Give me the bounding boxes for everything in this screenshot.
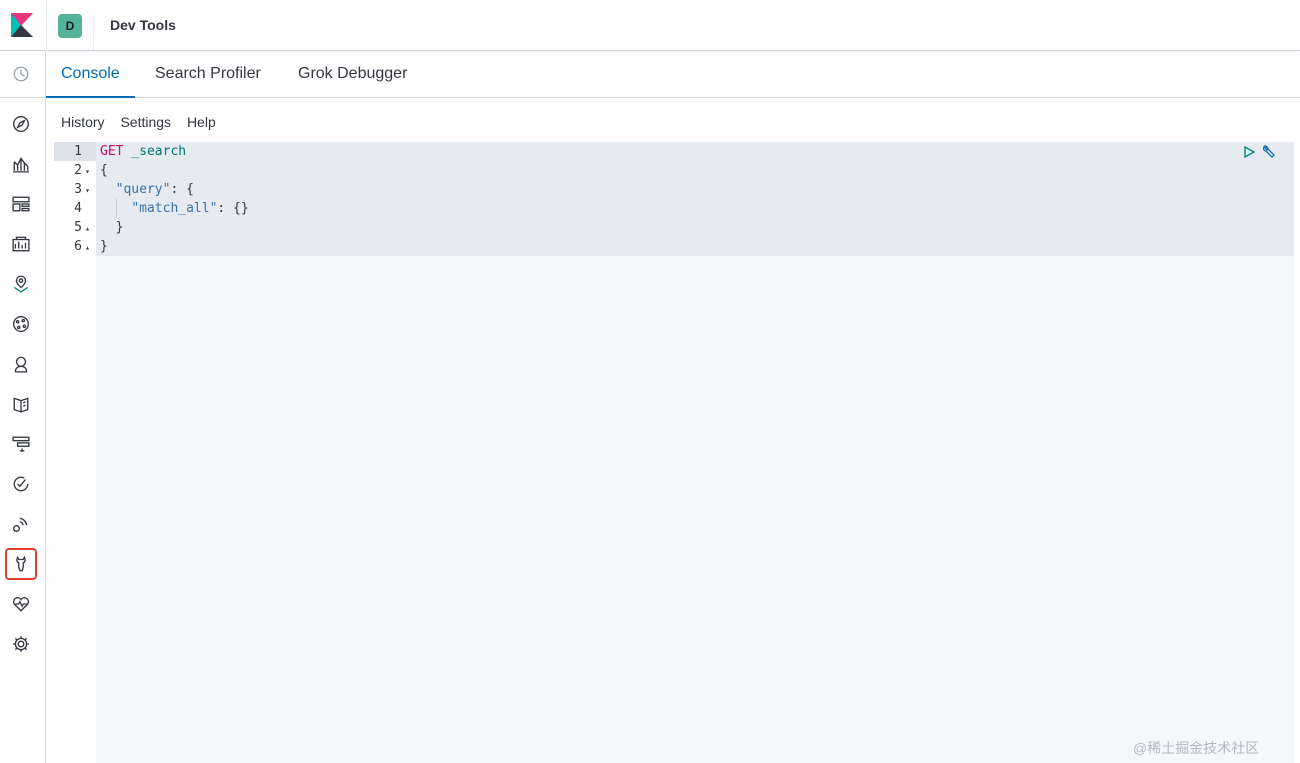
siem-icon[interactable] [5, 508, 37, 540]
fold-open-icon[interactable]: ▾ [84, 162, 90, 181]
console-menu: History Settings Help [61, 114, 228, 130]
code-area[interactable]: GET _search { "query": { "match_all": {}… [96, 142, 1294, 763]
play-icon[interactable] [1242, 145, 1256, 159]
uptime-icon[interactable] [5, 468, 37, 500]
code-line: "match_all": {} [131, 201, 249, 216]
fold-close-icon[interactable]: ▴ [84, 219, 90, 238]
dev-tools-icon[interactable] [5, 548, 37, 580]
discover-icon[interactable] [5, 108, 37, 140]
dashboard-icon[interactable] [5, 188, 37, 220]
tab-console[interactable]: Console [46, 51, 135, 98]
side-nav [0, 51, 46, 763]
line-number: 6 ▴ [54, 237, 96, 256]
stack-monitoring-icon[interactable] [5, 588, 37, 620]
history-link[interactable]: History [61, 114, 105, 130]
header-divider [93, 16, 94, 50]
help-link[interactable]: Help [187, 114, 216, 130]
code-line: { [100, 163, 108, 178]
machine-learning-icon[interactable] [5, 308, 37, 340]
code-line: "query": { [115, 182, 194, 197]
line-number: 2 ▾ [54, 161, 96, 180]
line-number: 1 [74, 144, 82, 159]
settings-link[interactable]: Settings [120, 114, 171, 130]
code-line: } [115, 220, 124, 235]
nav-divider [0, 97, 46, 98]
line-number: 3 ▾ [54, 180, 96, 199]
code-line: } [100, 239, 108, 254]
header-divider [46, 0, 47, 51]
recently-viewed-icon[interactable] [5, 58, 37, 90]
request-highlight [96, 142, 1294, 256]
visualize-icon[interactable] [5, 148, 37, 180]
space-avatar[interactable]: D [58, 14, 82, 38]
tab-grok-debugger[interactable]: Grok Debugger [298, 51, 407, 98]
console-editor[interactable]: 1 2 ▾ 3 ▾ 4 5 ▴ 6 ▴ GET _search { "query": {… [54, 142, 1294, 763]
maps-icon[interactable] [5, 268, 37, 300]
management-icon[interactable] [5, 628, 37, 660]
code-line: GET _search [100, 144, 187, 159]
fold-close-icon[interactable]: ▴ [84, 238, 90, 257]
infrastructure-icon[interactable] [5, 348, 37, 380]
line-number: 4 [74, 201, 82, 216]
canvas-icon[interactable] [5, 228, 37, 260]
line-number-gutter: 1 2 ▾ 3 ▾ 4 5 ▴ 6 ▴ [54, 142, 96, 763]
top-header: D Dev Tools [0, 0, 1300, 51]
dev-tools-tabs: Console Search Profiler Grok Debugger [46, 51, 1300, 98]
line-number: 5 ▴ [54, 218, 96, 237]
watermark: @稀土掘金技术社区 [1133, 740, 1260, 756]
apm-icon[interactable] [5, 428, 37, 460]
tab-search-profiler[interactable]: Search Profiler [155, 51, 261, 98]
breadcrumb-dev-tools: Dev Tools [110, 17, 176, 33]
fold-open-icon[interactable]: ▾ [84, 181, 90, 200]
kibana-logo-icon[interactable] [11, 13, 33, 37]
wrench-icon[interactable] [1262, 144, 1278, 160]
logs-icon[interactable] [5, 388, 37, 420]
